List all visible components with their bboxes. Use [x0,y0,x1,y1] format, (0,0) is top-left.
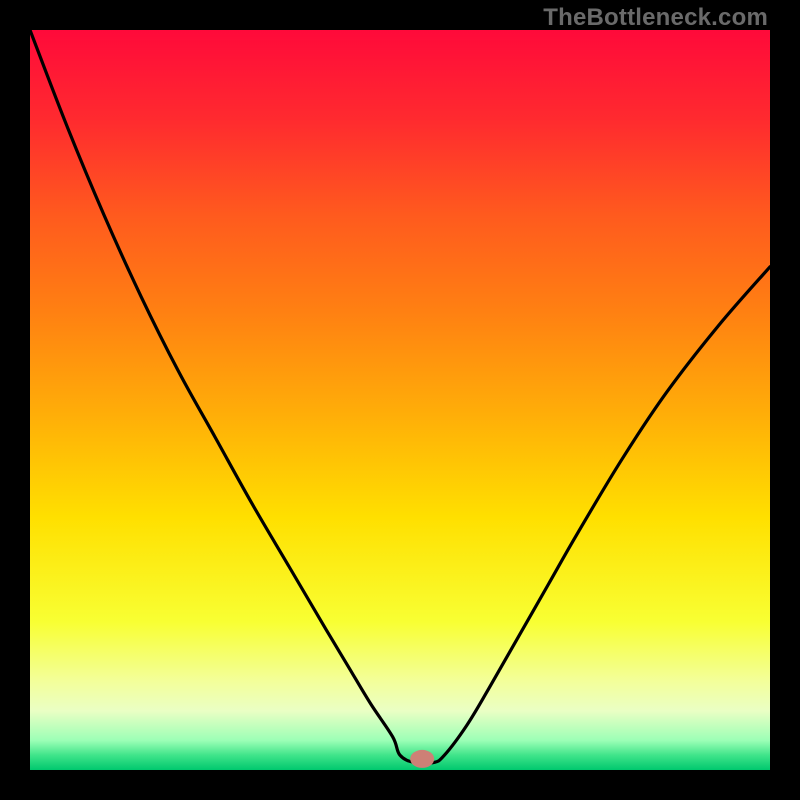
chart-frame: TheBottleneck.com [0,0,800,800]
watermark-text: TheBottleneck.com [543,4,768,32]
optimum-marker [410,750,434,768]
plot-svg [30,30,770,770]
gradient-background [30,30,770,770]
plot-area [30,30,770,770]
